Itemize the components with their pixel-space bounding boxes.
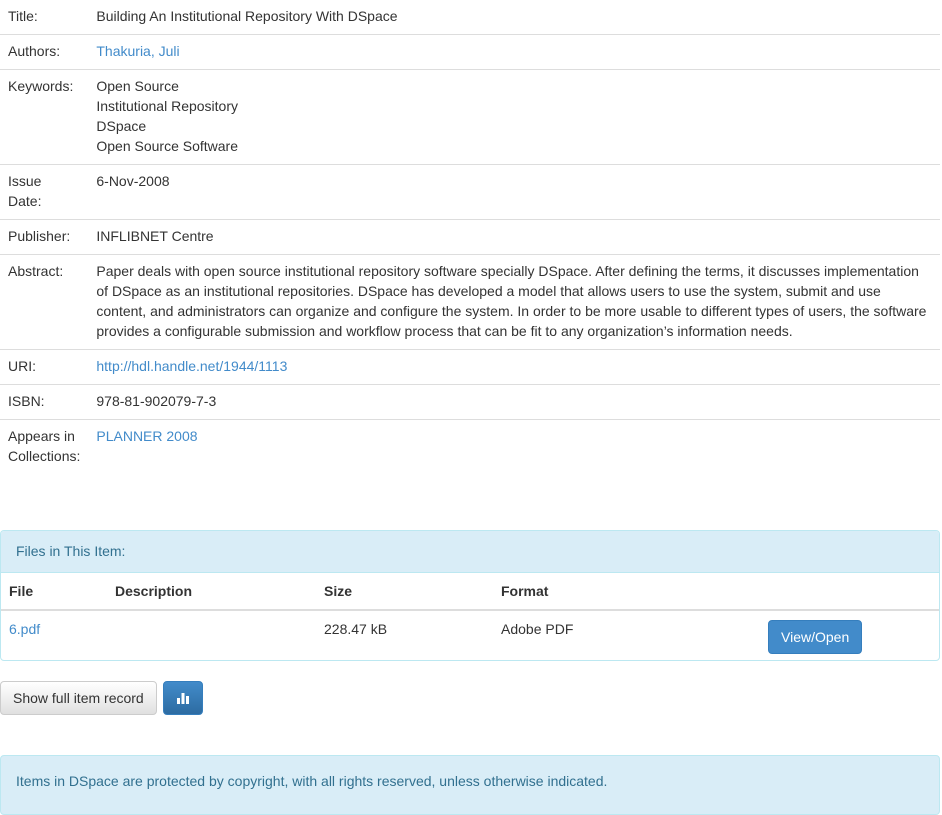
collections-label-line1: Appears in: [8, 428, 75, 444]
files-panel: Files in This Item: File Description Siz…: [0, 530, 940, 661]
keyword: Open Source: [96, 78, 179, 94]
metadata-row-uri: URI: http://hdl.handle.net/1944/1113: [0, 349, 940, 385]
copyright-notice: Items in DSpace are protected by copyrig…: [0, 755, 940, 815]
title-label: Title:: [8, 8, 38, 24]
column-header-action: [760, 573, 939, 611]
metadata-row-authors: Authors: Thakuria, Juli: [0, 34, 940, 70]
metadata-row-collections: Appears in Collections: PLANNER 2008: [0, 419, 940, 474]
uri-label: URI:: [0, 349, 89, 385]
publisher-label: Publisher:: [0, 219, 89, 255]
keyword: Institutional Repository: [96, 98, 239, 114]
item-metadata-table: Title: Building An Institutional Reposit…: [0, 0, 940, 474]
bar-chart-icon: [176, 693, 189, 704]
files-table: File Description Size Format 6.pdf 228.4…: [1, 573, 939, 662]
metadata-row-isbn: ISBN: 978-81-902079-7-3: [0, 384, 940, 420]
keywords-label: Keywords:: [0, 69, 89, 165]
authors-label: Authors:: [0, 34, 89, 70]
metadata-row-abstract: Abstract: Paper deals with open source i…: [0, 254, 940, 350]
file-description: [107, 610, 316, 662]
column-header-size: Size: [316, 573, 493, 611]
metadata-row-publisher: Publisher: INFLIBNET Centre: [0, 219, 940, 255]
issue-date-value: 6-Nov-2008: [88, 164, 940, 220]
files-table-header: File Description Size Format: [1, 573, 939, 611]
isbn-value: 978-81-902079-7-3: [88, 384, 940, 420]
collections-label-line2: Collections:: [8, 448, 81, 464]
isbn-label: ISBN:: [0, 384, 89, 420]
title-value: Building An Institutional Repository Wit…: [96, 8, 398, 24]
file-format: Adobe PDF: [501, 621, 574, 637]
files-panel-heading: Files in This Item:: [1, 531, 939, 573]
issue-date-label-line2: Date:: [8, 193, 42, 209]
publisher-value: INFLIBNET Centre: [88, 219, 940, 255]
keyword: DSpace: [96, 118, 147, 134]
collection-link[interactable]: PLANNER 2008: [96, 428, 197, 444]
statistics-button[interactable]: [162, 681, 203, 715]
file-link[interactable]: 6.pdf: [9, 621, 40, 637]
abstract-label: Abstract:: [0, 254, 89, 350]
metadata-row-keywords: Keywords: Open Source Institutional Repo…: [0, 69, 940, 165]
view-open-button[interactable]: View/Open: [768, 620, 863, 654]
author-link[interactable]: Thakuria, Juli: [96, 43, 179, 59]
abstract-value: Paper deals with open source institution…: [88, 254, 940, 350]
item-actions: Show full item record: [0, 681, 203, 715]
issue-date-label-line1: Issue: [8, 173, 42, 189]
show-full-item-record-button[interactable]: Show full item record: [0, 681, 157, 715]
column-header-file: File: [1, 573, 107, 611]
file-size: 228.47 kB: [324, 621, 388, 637]
column-header-description: Description: [107, 573, 316, 611]
uri-link[interactable]: http://hdl.handle.net/1944/1113: [96, 358, 287, 374]
issue-date-label: Issue Date:: [0, 164, 89, 220]
metadata-row-title: Title: Building An Institutional Reposit…: [0, 0, 940, 35]
metadata-row-issue-date: Issue Date: 6-Nov-2008: [0, 164, 940, 220]
table-row: 6.pdf 228.47 kB Adobe PDF View/Open: [1, 610, 939, 662]
keyword: Open Source Software: [96, 138, 239, 154]
copyright-notice-text: Items in DSpace are protected by copyrig…: [16, 773, 608, 789]
collections-label: Appears in Collections:: [0, 419, 89, 474]
column-header-format: Format: [493, 573, 760, 611]
